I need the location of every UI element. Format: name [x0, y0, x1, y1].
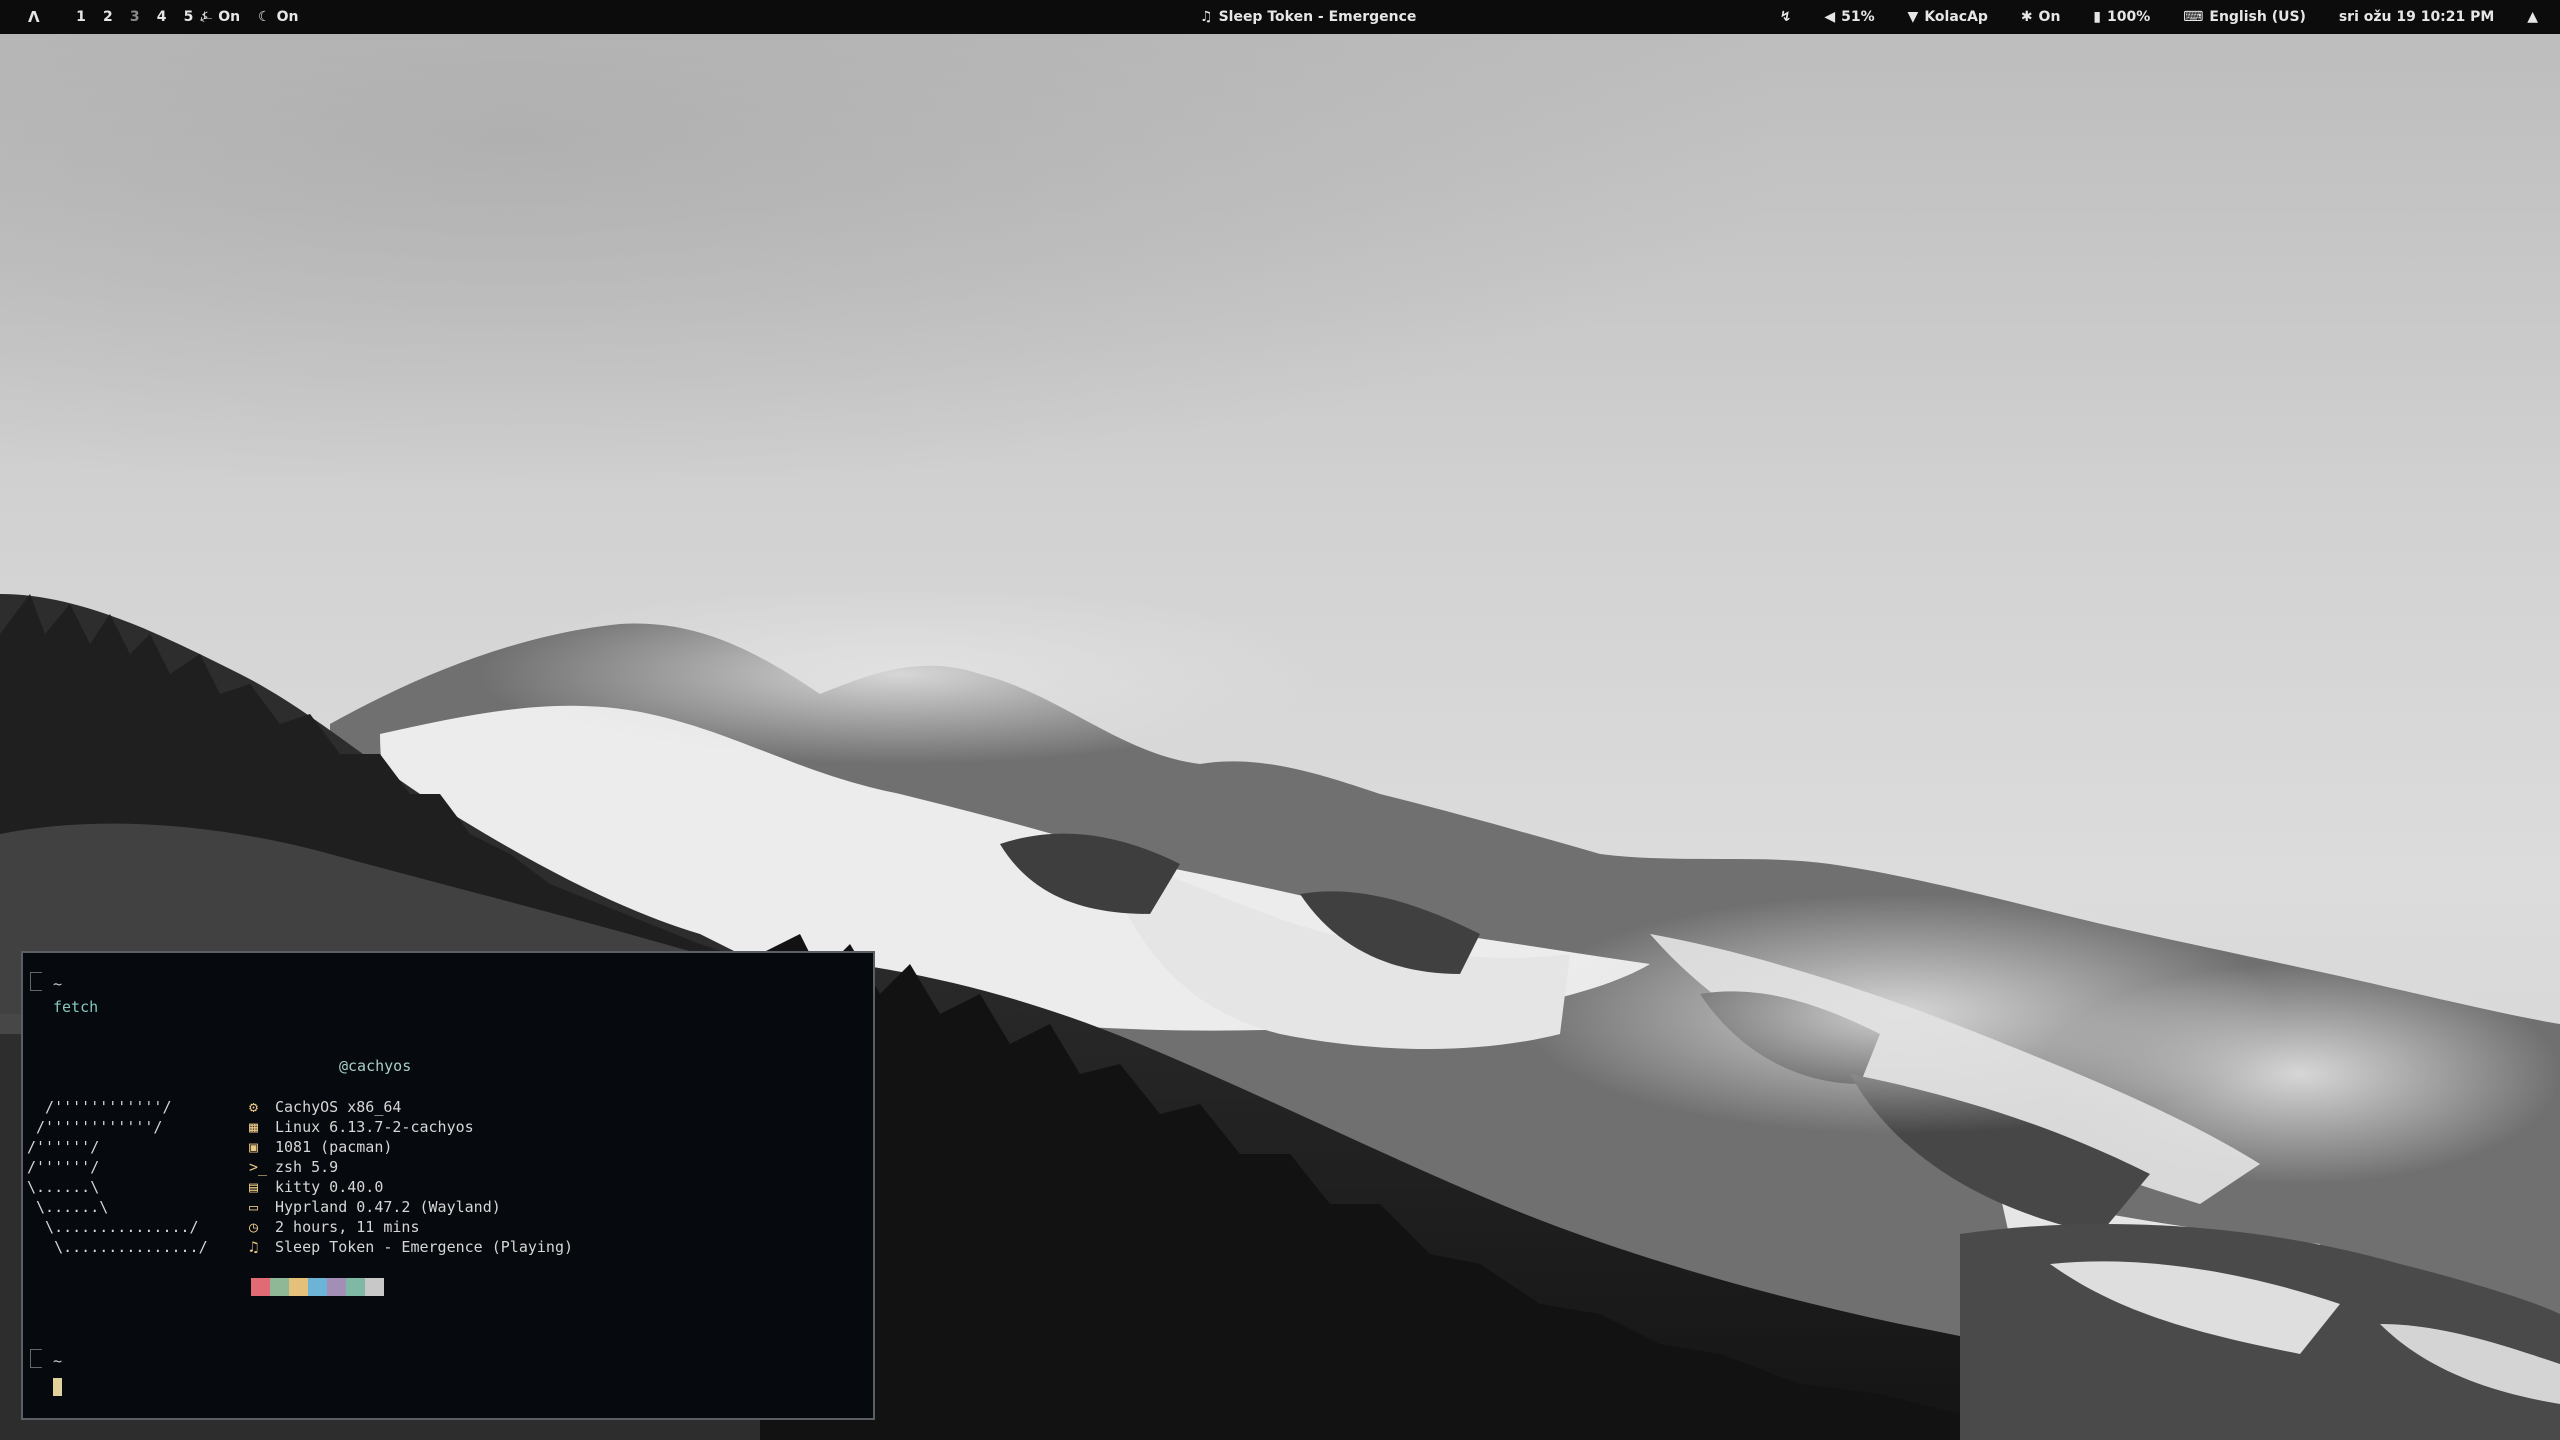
battery-widget[interactable]: ▮ 100%	[2093, 0, 2150, 34]
workspace-1-button[interactable]: 1	[70, 0, 92, 34]
kernel-value: Linux 6.13.7-2-cachyos	[275, 1118, 474, 1136]
packages-value: 1081 (pacman)	[275, 1138, 393, 1156]
status-modules: ↯ ◀ 51% ▼ KolacAp ✱ On ▮ 100% ⌨ English (US) …	[1752, 0, 2560, 34]
palette-swatch-1	[251, 1278, 270, 1296]
workspace-2-button[interactable]: 2	[97, 0, 119, 34]
os-value: CachyOS x86_64	[275, 1098, 402, 1116]
kernel-icon: ▦	[249, 1118, 259, 1136]
prompt-bracket-icon	[30, 1349, 42, 1368]
idle-inhibitor-toggle[interactable]: ⍼ On	[200, 0, 240, 34]
palette-swatch-6	[346, 1278, 365, 1296]
now-playing-label: Sleep Token - Emergence	[1218, 9, 1417, 25]
arch-logo-icon[interactable]: Λ	[28, 0, 40, 34]
now-playing-widget[interactable]: ♫ Sleep Token - Emergence	[1200, 0, 1416, 34]
wifi-widget[interactable]: ▼ KolacAp	[1908, 0, 1988, 34]
caffeine-toggle[interactable]: ☾ On	[258, 0, 298, 34]
cachyos-ascii-logo: /''''''''''''/ /''''''''''''/ /''''''/ /…	[27, 1098, 208, 1256]
fetch-row-media: ♫ Sleep Token - Emergence (Playing)	[249, 1237, 573, 1257]
speaker-icon: ◀	[1824, 9, 1836, 25]
keyboard-layout-label: English (US)	[2209, 9, 2306, 25]
palette-swatch-2	[270, 1278, 289, 1296]
prompt-directory: ~	[53, 975, 63, 993]
caffeine-label: On	[276, 9, 299, 25]
idle-inhibitor-label: On	[218, 9, 241, 25]
kitty-terminal-window[interactable]: ~ fetch @cachyos /''''''''''''/ /'''''''…	[21, 951, 875, 1420]
fetch-row-wm: ▭ Hyprland 0.47.2 (Wayland)	[249, 1197, 573, 1217]
music-icon: ♫	[249, 1238, 259, 1256]
fetch-row-terminal: ▤ kitty 0.40.0	[249, 1177, 573, 1197]
typed-command: fetch	[53, 998, 99, 1016]
os-gear-icon: ⚙	[249, 1098, 259, 1116]
fetch-row-uptime: ◷ 2 hours, 11 mins	[249, 1217, 573, 1237]
hyprsunset-button[interactable]: ↯	[1780, 0, 1792, 34]
clock-icon: ◷	[249, 1218, 259, 1236]
wifi-icon: ▼	[1907, 9, 1919, 25]
media-value: Sleep Token - Emergence (Playing)	[275, 1238, 574, 1256]
terminal-value: kitty 0.40.0	[275, 1178, 384, 1196]
workspace-switcher: 1 2 3 4 5	[70, 0, 200, 34]
fetch-row-os: ⚙ CachyOS x86_64	[249, 1097, 573, 1117]
uptime-value: 2 hours, 11 mins	[275, 1218, 420, 1236]
keyboard-icon: ⌨	[2183, 9, 2204, 25]
bell-icon: ▲	[2527, 9, 2538, 25]
color-palette	[251, 1278, 384, 1296]
fetch-info-list: ⚙ CachyOS x86_64 ▦ Linux 6.13.7-2-cachyos …	[249, 1097, 573, 1257]
top-bar: Λ 1 2 3 4 5 ⍼ On ☾ On ♫ Sleep Token - Emerg…	[0, 0, 2560, 34]
palette-swatch-4	[308, 1278, 327, 1296]
package-icon: ▣	[249, 1138, 259, 1156]
desktop: Λ 1 2 3 4 5 ⍼ On ☾ On ♫ Sleep Token - Emerg…	[0, 0, 2560, 1440]
wifi-label: KolacAp	[1924, 9, 1988, 25]
palette-swatch-3	[289, 1278, 308, 1296]
battery-label: 100%	[2107, 9, 2151, 25]
fetch-user-host: @cachyos	[339, 1057, 412, 1075]
shell-icon: >_	[249, 1158, 268, 1176]
prompt-directory: ~	[53, 1352, 63, 1370]
clock-widget[interactable]: sri ožu 19 10:21 PM	[2339, 0, 2495, 34]
caffeine-icon: ☾	[258, 9, 271, 25]
prompt-bracket-icon	[30, 972, 42, 991]
bluetooth-label: On	[2038, 9, 2061, 25]
notifications-button[interactable]: ▲	[2527, 0, 2538, 34]
keyboard-layout-widget[interactable]: ⌨ English (US)	[2183, 0, 2306, 34]
sunset-icon: ↯	[1779, 9, 1792, 25]
workspace-3-button[interactable]: 3	[124, 0, 146, 34]
terminal-icon: ▤	[249, 1178, 259, 1196]
fetch-row-shell: >_ zsh 5.9	[249, 1157, 573, 1177]
workspace-5-button[interactable]: 5	[178, 0, 200, 34]
fetch-row-kernel: ▦ Linux 6.13.7-2-cachyos	[249, 1117, 573, 1137]
volume-label: 51%	[1841, 9, 1875, 25]
workspace-4-button[interactable]: 4	[151, 0, 173, 34]
music-note-icon: ♫	[1200, 9, 1213, 25]
palette-swatch-7	[365, 1278, 384, 1296]
wm-value: Hyprland 0.47.2 (Wayland)	[275, 1198, 501, 1216]
shell-value: zsh 5.9	[275, 1158, 339, 1176]
bluetooth-icon: ✱	[2020, 9, 2033, 25]
volume-widget[interactable]: ◀ 51%	[1824, 0, 1874, 34]
window-manager-icon: ▭	[249, 1198, 259, 1216]
fetch-row-packages: ▣ 1081 (pacman)	[249, 1137, 573, 1157]
idle-icon: ⍼	[200, 9, 213, 25]
palette-swatch-5	[327, 1278, 346, 1296]
battery-icon: ▮	[2093, 9, 2102, 25]
bluetooth-widget[interactable]: ✱ On	[2021, 0, 2061, 34]
text-cursor[interactable]	[53, 1378, 62, 1396]
